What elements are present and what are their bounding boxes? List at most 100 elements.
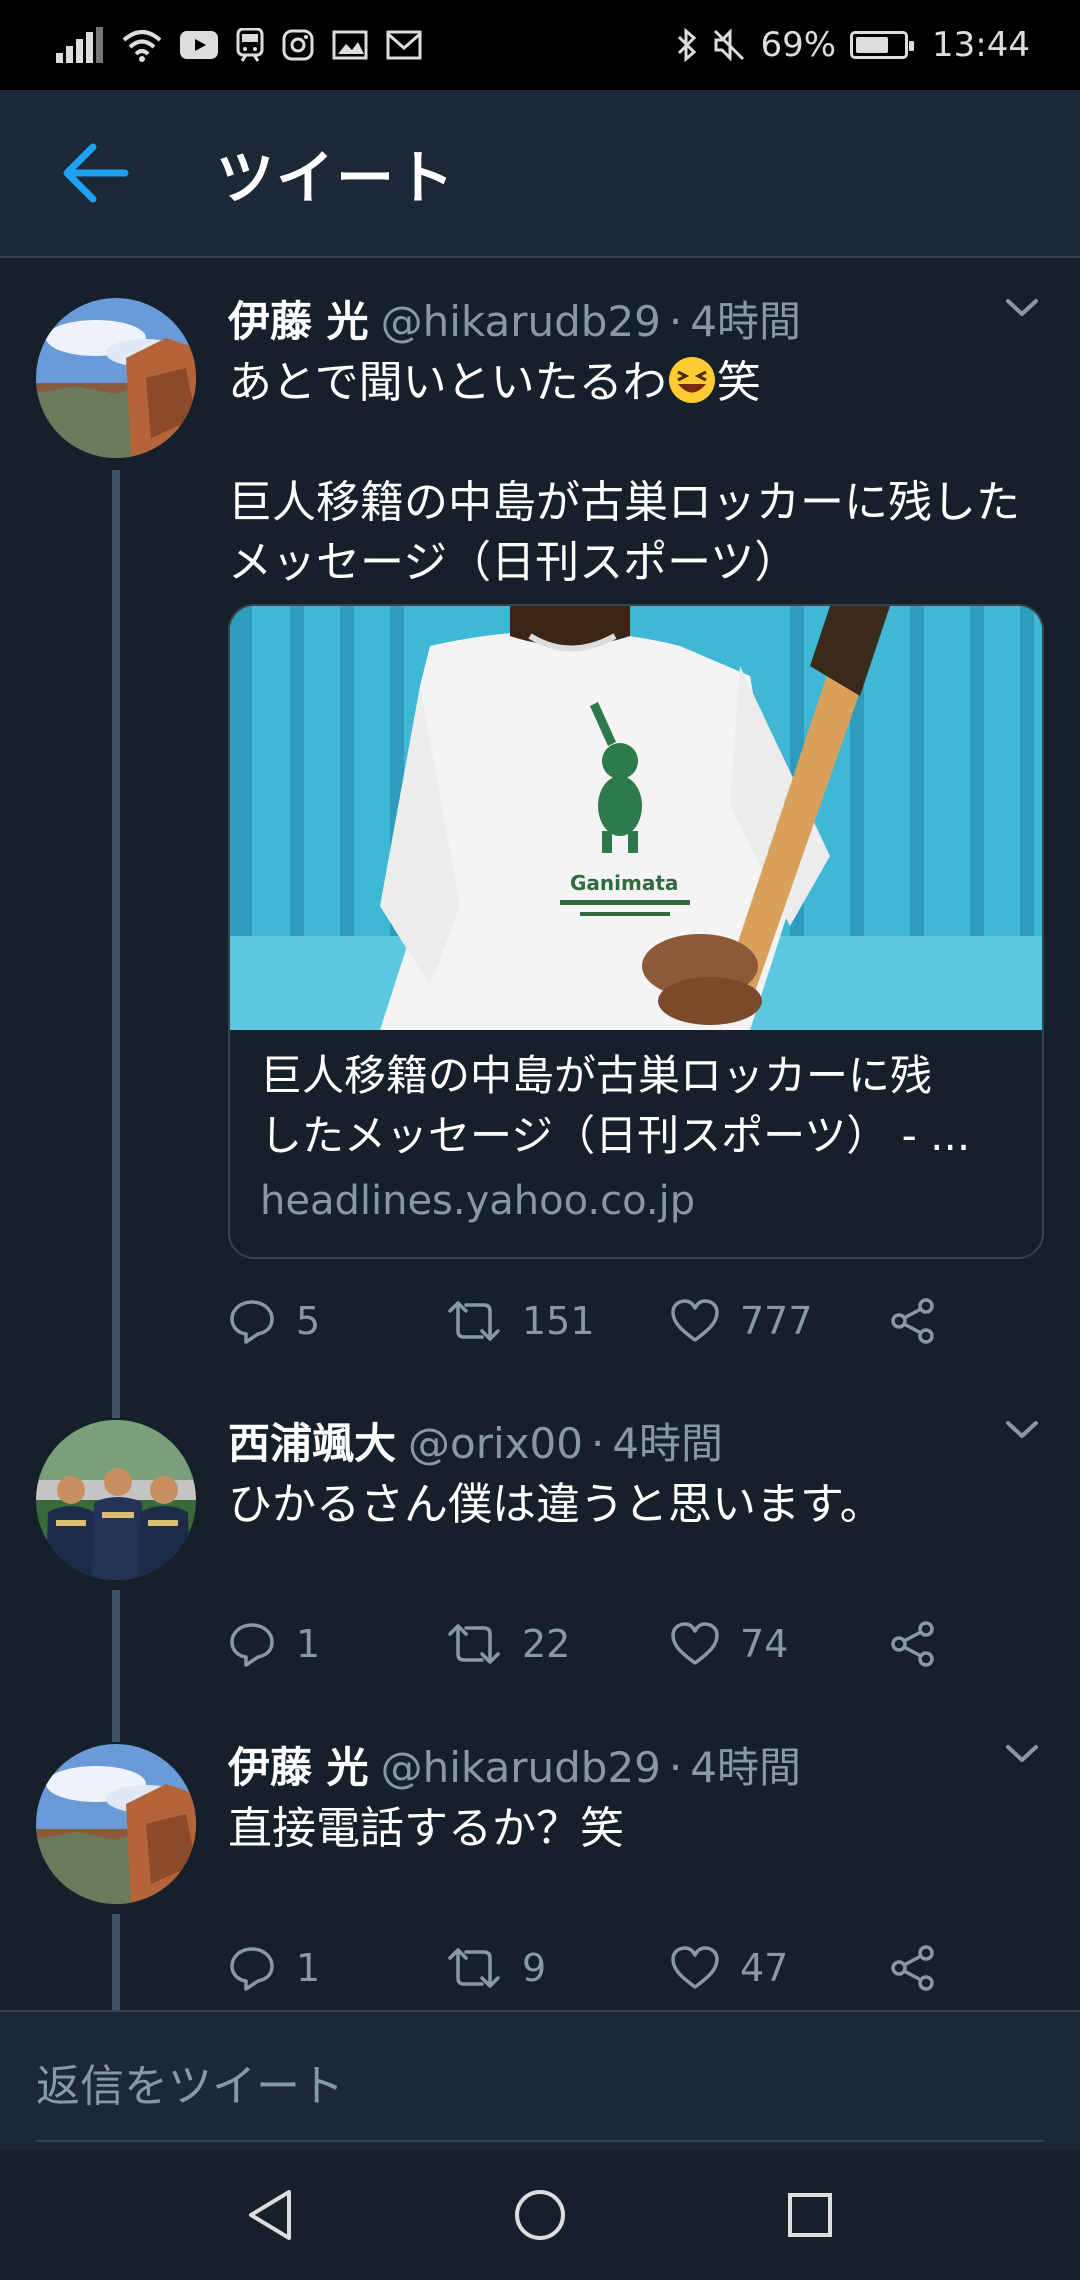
like-count: 74 <box>740 1622 789 1666</box>
reply-button[interactable]: 5 <box>228 1286 320 1356</box>
link-card[interactable]: Ganimata 巨人移籍の中島が古巣ロッカーに残 したメッセージ（日刊スポーツ… <box>228 604 1044 1259</box>
retweet-count: 22 <box>522 1622 571 1666</box>
battery-icon <box>850 31 915 59</box>
share-icon <box>891 1621 934 1667</box>
like-button[interactable]: 74 <box>670 1609 788 1679</box>
retweet-button[interactable]: 9 <box>446 1933 546 2003</box>
train-icon <box>236 28 264 62</box>
reply-button[interactable]: 1 <box>228 1609 320 1679</box>
meta-separator: · <box>668 297 683 346</box>
battery-percent: 69% <box>760 25 837 65</box>
thread-line <box>112 470 120 1380</box>
recents-square-icon <box>788 2193 832 2237</box>
tweet-thread[interactable]: 伊藤 光 @hikarudb29 · 4時間 あとで聞いといたるわ笑 巨人移籍の… <box>0 258 1080 2010</box>
tweet-item[interactable]: 伊藤 光 @hikarudb29 · 4時間 直接電話するか？笑 1 9 47 <box>0 1704 1080 2010</box>
heart-icon <box>671 1946 719 1989</box>
wifi-icon <box>122 28 162 62</box>
status-right: 69% 13:44 <box>676 25 1030 65</box>
youtube-icon <box>180 31 218 59</box>
tweet-body: 伊藤 光 @hikarudb29 · 4時間 直接電話するか？笑 <box>228 1734 1046 1859</box>
status-left-icons <box>56 27 422 63</box>
reply-count: 5 <box>296 1299 321 1343</box>
avatar[interactable] <box>36 1744 196 1904</box>
card-title: 巨人移籍の中島が古巣ロッカーに残 したメッセージ（日刊スポーツ） - ... <box>260 1046 1012 1166</box>
tweet-menu-button[interactable] <box>992 278 1052 338</box>
page-title: ツイート <box>216 144 457 212</box>
tweet-text-blank <box>228 413 1046 473</box>
mute-icon <box>712 28 746 62</box>
tweet-text-line: 巨人移籍の中島が古巣ロッカーに残した <box>228 477 1020 528</box>
card-title-line: したメッセージ（日刊スポーツ） - ... <box>260 1111 971 1160</box>
retweet-button[interactable]: 151 <box>446 1286 595 1356</box>
display-name[interactable]: 伊藤 光 <box>228 1734 369 1795</box>
tweet-item[interactable]: 伊藤 光 @hikarudb29 · 4時間 あとで聞いといたるわ笑 巨人移籍の… <box>0 258 1080 1380</box>
card-image: Ganimata <box>230 606 1042 1030</box>
reply-bar <box>0 2010 1080 2150</box>
back-button[interactable] <box>46 123 146 223</box>
thread-line <box>112 1704 120 1742</box>
user-handle[interactable]: @hikarudb29 <box>381 297 661 346</box>
like-button[interactable]: 47 <box>670 1933 788 2003</box>
card-title-line: 巨人移籍の中島が古巣ロッカーに残 <box>260 1051 933 1100</box>
reply-icon <box>230 1300 274 1344</box>
tweet-text: ひかるさん僕は違うと思います。 <box>228 1479 884 1530</box>
gallery-icon <box>332 30 368 60</box>
retweet-icon <box>448 1948 500 1988</box>
tweet-body: 西浦颯大 @orix00 · 4時間 ひかるさん僕は違うと思います。 <box>228 1410 1046 1535</box>
reply-input[interactable] <box>36 2032 1044 2142</box>
display-name[interactable]: 伊藤 光 <box>228 288 369 349</box>
tweet-menu-button[interactable] <box>992 1400 1052 1460</box>
card-domain: headlines.yahoo.co.jp <box>260 1178 696 1224</box>
retweet-button[interactable]: 22 <box>446 1609 570 1679</box>
tweet-text-line: あとで聞いといたるわ <box>228 357 667 408</box>
display-name[interactable]: 西浦颯大 <box>228 1410 396 1471</box>
reply-icon <box>230 1623 274 1667</box>
system-nav-bar <box>0 2150 1080 2280</box>
share-button[interactable] <box>888 1933 938 2003</box>
tweet-meta: 西浦颯大 @orix00 · 4時間 <box>228 1410 1046 1471</box>
tweet-actions: 1 9 47 <box>228 1933 988 2003</box>
user-handle[interactable]: @orix00 <box>408 1419 583 1468</box>
tweet-menu-button[interactable] <box>992 1724 1052 1784</box>
thread-line <box>112 1590 120 1704</box>
like-count: 777 <box>740 1299 813 1343</box>
baseball-player-photo: Ganimata <box>230 606 1042 1030</box>
tweet-text-suffix: 笑 <box>716 357 761 408</box>
tweet-item[interactable]: 西浦颯大 @orix00 · 4時間 ひかるさん僕は違うと思います。 1 22 … <box>0 1380 1080 1704</box>
thread-line <box>112 1380 120 1418</box>
like-button[interactable]: 777 <box>670 1286 813 1356</box>
user-handle[interactable]: @hikarudb29 <box>381 1743 661 1792</box>
tweet-text-line: メッセージ（日刊スポーツ） <box>228 537 799 588</box>
nav-home-button[interactable] <box>500 2175 580 2255</box>
nav-back-button[interactable] <box>230 2175 310 2255</box>
tweet-text: あとで聞いといたるわ笑 巨人移籍の中島が古巣ロッカーに残した メッセージ（日刊ス… <box>228 353 1046 593</box>
shirt-print-text: Ganimata <box>570 871 678 895</box>
nav-recents-button[interactable] <box>770 2175 850 2255</box>
share-button[interactable] <box>888 1609 938 1679</box>
home-circle-icon <box>515 2190 565 2240</box>
share-button[interactable] <box>888 1286 938 1356</box>
thread-line <box>112 1914 120 2010</box>
avatar[interactable] <box>36 1420 196 1580</box>
instagram-icon <box>282 29 314 61</box>
signal-icon <box>56 27 104 63</box>
mail-icon <box>386 30 422 60</box>
reply-count: 1 <box>296 1622 321 1666</box>
chevron-down-icon <box>1006 1745 1038 1762</box>
chevron-down-icon <box>1006 299 1038 316</box>
retweet-icon <box>448 1301 500 1341</box>
retweet-icon <box>448 1624 500 1664</box>
battery-level <box>856 37 889 53</box>
tweet-text: 直接電話するか？笑 <box>228 1803 624 1854</box>
tweet-actions: 5 151 777 <box>228 1286 988 1356</box>
app-header: ツイート <box>0 90 1080 258</box>
tweet-time: 4時間 <box>612 1419 724 1468</box>
share-icon <box>891 1298 934 1344</box>
reply-button[interactable]: 1 <box>228 1933 320 2003</box>
meta-separator: · <box>590 1419 605 1468</box>
retweet-count: 151 <box>522 1299 595 1343</box>
meta-separator: · <box>668 1743 683 1792</box>
tweet-time: 4時間 <box>690 297 801 346</box>
tweet-body: 伊藤 光 @hikarudb29 · 4時間 あとで聞いといたるわ笑 巨人移籍の… <box>228 288 1046 593</box>
avatar[interactable] <box>36 298 196 458</box>
